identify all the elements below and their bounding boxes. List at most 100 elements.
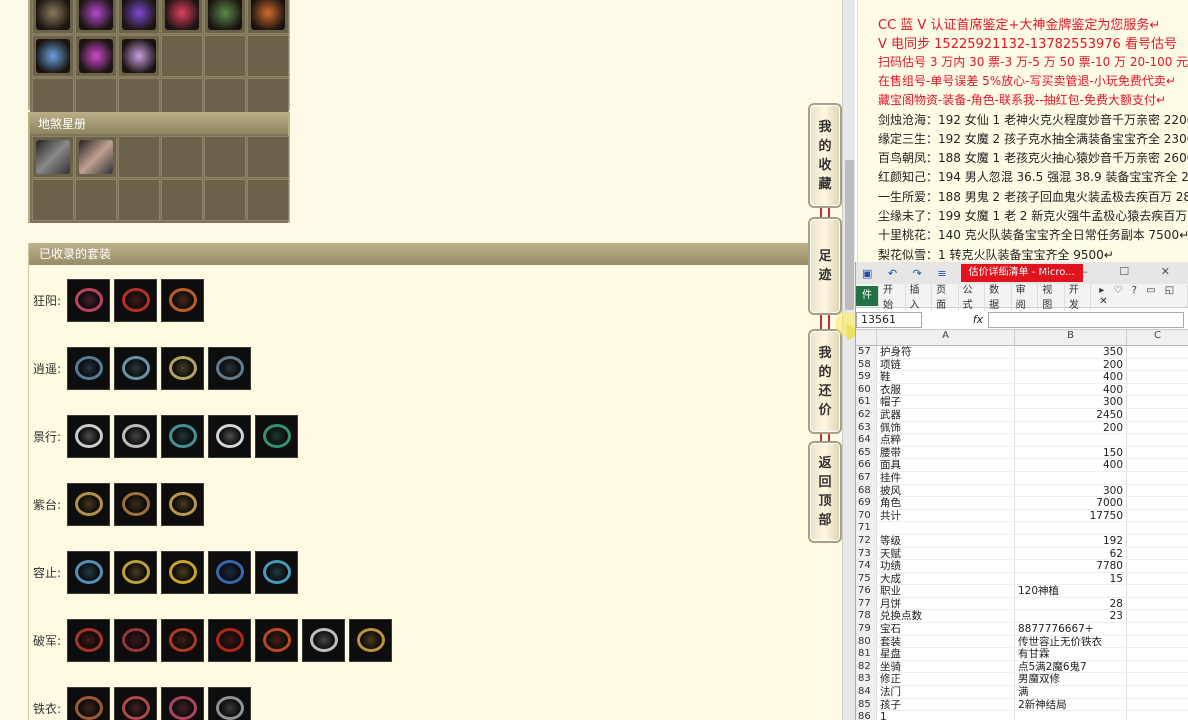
suit-item[interactable] (208, 686, 251, 720)
grid-slot[interactable] (204, 35, 246, 77)
suit-item[interactable] (114, 482, 157, 526)
row-number[interactable]: 68 (856, 484, 876, 497)
row-number[interactable]: 70 (856, 509, 876, 522)
suit-item[interactable] (114, 618, 157, 662)
cell-a[interactable]: 共计 (876, 509, 1014, 522)
suit-item[interactable] (67, 278, 110, 322)
cell-a[interactable]: 腰带 (876, 446, 1014, 459)
cell-a[interactable]: 挂件 (876, 471, 1014, 484)
suit-item[interactable] (114, 346, 157, 390)
cell-c[interactable] (1126, 572, 1188, 585)
grid-slot[interactable] (32, 179, 74, 221)
row-number[interactable]: 72 (856, 534, 876, 547)
cell-b[interactable] (1014, 711, 1126, 720)
cell-b[interactable]: 男魔双修 (1014, 673, 1126, 686)
cell-c[interactable] (1126, 686, 1188, 698)
cell-b[interactable]: 满 (1014, 686, 1126, 698)
suit-item[interactable] (208, 618, 251, 662)
row-number[interactable]: 71 (856, 522, 876, 534)
quick-access-toolbar[interactable]: ▣ ↶ ↷ ≡ (862, 267, 953, 280)
row-number[interactable]: 79 (856, 623, 876, 635)
cell-b[interactable]: 62 (1014, 547, 1126, 560)
ribbon-tab[interactable]: 公式 (959, 280, 986, 311)
fx-icon[interactable]: fx (968, 313, 988, 326)
row-number[interactable]: 66 (856, 459, 876, 471)
grid-slot[interactable] (75, 179, 117, 221)
row-number[interactable]: 60 (856, 383, 876, 396)
row-number[interactable]: 83 (856, 673, 876, 686)
cell-b[interactable]: 200 (1014, 421, 1126, 434)
suit-item[interactable] (67, 482, 110, 526)
cell-a[interactable]: 等级 (876, 534, 1014, 547)
cell-c[interactable] (1126, 484, 1188, 497)
suit-item[interactable] (67, 618, 110, 662)
cell-c[interactable] (1126, 358, 1188, 371)
grid-slot[interactable] (32, 136, 74, 178)
cell-a[interactable]: 披风 (876, 484, 1014, 497)
cell-b[interactable]: 300 (1014, 484, 1126, 497)
cell-a[interactable]: 武器 (876, 408, 1014, 421)
suit-item[interactable] (255, 414, 298, 458)
cell-b[interactable]: 28 (1014, 597, 1126, 610)
row-number[interactable]: 58 (856, 358, 876, 371)
suit-item[interactable] (255, 618, 298, 662)
cell-a[interactable]: 套装 (876, 635, 1014, 648)
cell-b[interactable] (1014, 522, 1126, 534)
cell-b[interactable]: 23 (1014, 610, 1126, 623)
cell-a[interactable]: 星盘 (876, 648, 1014, 660)
cell-a[interactable]: 1 (876, 711, 1014, 720)
page-scrollbar[interactable] (842, 0, 855, 720)
scrollbar-thumb[interactable] (845, 160, 854, 310)
cell-c[interactable] (1126, 673, 1188, 686)
cell-a[interactable]: 月饼 (876, 597, 1014, 610)
cell-a[interactable]: 坐骑 (876, 660, 1014, 673)
row-number[interactable]: 57 (856, 346, 876, 358)
suit-item[interactable] (114, 550, 157, 594)
cell-b[interactable]: 7000 (1014, 497, 1126, 509)
column-b-header[interactable]: B (1014, 330, 1126, 345)
suit-item[interactable] (67, 414, 110, 458)
grid-slot[interactable] (118, 0, 160, 34)
cell-b[interactable]: 17750 (1014, 509, 1126, 522)
favorites-button[interactable]: 我的收藏 (808, 103, 842, 208)
window-controls[interactable]: ? ▭ – ☐ ✕ (1003, 265, 1184, 278)
ribbon-tab[interactable]: 数据 (985, 280, 1012, 311)
cell-b[interactable] (1014, 434, 1126, 446)
cell-a[interactable]: 衣服 (876, 383, 1014, 396)
cell-c[interactable] (1126, 446, 1188, 459)
ribbon-tab[interactable]: 审阅 (1012, 280, 1039, 311)
suit-item[interactable] (67, 346, 110, 390)
row-number[interactable]: 61 (856, 396, 876, 408)
row-number[interactable]: 63 (856, 421, 876, 434)
cell-a[interactable]: 法门 (876, 686, 1014, 698)
cell-b[interactable]: 2新神结局 (1014, 698, 1126, 711)
row-number[interactable]: 76 (856, 585, 876, 597)
grid-slot[interactable] (75, 35, 117, 77)
cell-a[interactable]: 帽子 (876, 396, 1014, 408)
suit-item[interactable] (161, 346, 204, 390)
grid-slot[interactable] (118, 35, 160, 77)
cell-c[interactable] (1126, 408, 1188, 421)
grid-slot[interactable] (75, 136, 117, 178)
suit-item[interactable] (161, 482, 204, 526)
cell-c[interactable] (1126, 346, 1188, 358)
row-number[interactable]: 78 (856, 610, 876, 623)
ribbon-tab[interactable]: 开发 (1065, 280, 1092, 311)
grid-slot[interactable] (247, 179, 289, 221)
cell-b[interactable]: 7780 (1014, 560, 1126, 572)
cell-c[interactable] (1126, 434, 1188, 446)
row-number[interactable]: 73 (856, 547, 876, 560)
cell-b[interactable]: 15 (1014, 572, 1126, 585)
grid-slot[interactable] (204, 179, 246, 221)
row-number[interactable]: 59 (856, 371, 876, 383)
ribbon-tab[interactable]: 插入 (906, 280, 933, 311)
grid-slot[interactable] (118, 136, 160, 178)
grid-slot[interactable] (161, 35, 203, 77)
cell-b[interactable]: 点5满2魔6鬼7 (1014, 660, 1126, 673)
row-number[interactable]: 62 (856, 408, 876, 421)
cell-a[interactable]: 孩子 (876, 698, 1014, 711)
cell-a[interactable]: 面具 (876, 459, 1014, 471)
cell-c[interactable] (1126, 560, 1188, 572)
suit-item[interactable] (161, 278, 204, 322)
suit-item[interactable] (114, 686, 157, 720)
